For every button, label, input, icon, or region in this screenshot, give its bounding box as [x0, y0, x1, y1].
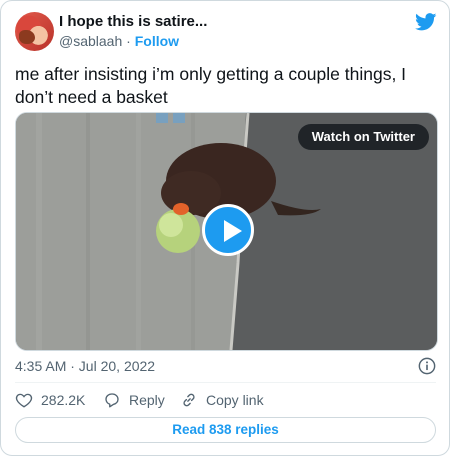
like-count: 282.2K [41, 392, 86, 408]
heart-icon [15, 393, 33, 408]
link-icon [183, 393, 195, 407]
author-handle[interactable]: @sablaah [59, 33, 122, 49]
twitter-bird-icon[interactable] [415, 13, 437, 31]
info-icon[interactable] [418, 357, 436, 375]
profile-avatar[interactable] [15, 12, 54, 51]
divider [15, 382, 436, 383]
tweet-text: me after insisting i’m only getting a co… [15, 64, 407, 107]
author-display-name[interactable]: I hope this is satire... [59, 13, 207, 30]
read-replies-button[interactable]: Read 838 replies [15, 417, 436, 443]
avatar-hair [19, 30, 35, 44]
play-icon[interactable] [202, 204, 254, 256]
play-triangle [224, 220, 242, 242]
video-media[interactable]: Watch on Twitter [15, 112, 438, 351]
copy-link-label: Copy link [206, 392, 264, 408]
reply-action[interactable]: Reply [103, 390, 165, 410]
separator-dot: · [126, 33, 131, 49]
reply-icon [105, 393, 119, 408]
tweet-card: I hope this is satire... @sablaah · Foll… [0, 0, 450, 456]
author-handle-row: @sablaah · Follow [59, 33, 179, 49]
tweet-timestamp[interactable]: 4:35 AM · Jul 20, 2022 [15, 358, 155, 374]
copy-link-action[interactable]: Copy link [180, 390, 264, 410]
follow-button[interactable]: Follow [135, 33, 179, 49]
reply-label: Reply [129, 392, 165, 408]
watch-on-twitter-button[interactable]: Watch on Twitter [297, 124, 429, 150]
like-action[interactable]: 282.2K [15, 390, 85, 410]
